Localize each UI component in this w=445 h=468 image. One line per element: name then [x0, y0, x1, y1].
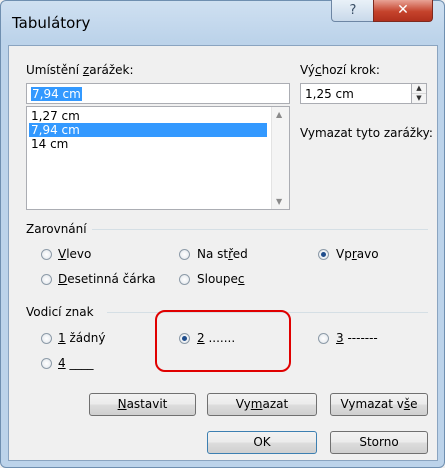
align-bar-radio[interactable]: [179, 274, 190, 285]
align-left-radio[interactable]: [41, 249, 52, 260]
list-item[interactable]: 14 cm: [29, 137, 267, 151]
leader-3-radio[interactable]: [318, 333, 329, 344]
default-step-spinner[interactable]: ▲ ▼: [412, 83, 427, 104]
close-button[interactable]: ✕: [373, 0, 433, 22]
alignment-divider: [92, 229, 428, 230]
tab-position-input[interactable]: 7,94 cm: [26, 83, 290, 104]
leader-1-label[interactable]: 1 žádný: [58, 331, 105, 345]
align-decimal-label[interactable]: Desetinná čárka: [58, 272, 156, 286]
align-center-label[interactable]: Na střed: [197, 247, 248, 261]
default-step-label: Výchozí krok:: [300, 63, 380, 77]
tab-stop-list[interactable]: 1,27 cm 7,94 cm 14 cm ▲ ▼: [26, 106, 290, 210]
highlight-annotation: [155, 310, 291, 372]
set-button[interactable]: Nastavit: [89, 393, 196, 416]
align-right-radio[interactable]: [318, 249, 329, 260]
leader-3-label[interactable]: 3 -------: [336, 331, 378, 345]
leader-1-radio[interactable]: [41, 333, 52, 344]
align-decimal-radio[interactable]: [41, 274, 52, 285]
clear-button[interactable]: Vymazat: [207, 393, 317, 416]
leader-title: Vodicí znak: [26, 305, 94, 319]
leader-4-label[interactable]: 4 ____: [58, 356, 93, 370]
align-center-radio[interactable]: [179, 249, 190, 260]
list-item[interactable]: 1,27 cm: [29, 109, 267, 123]
list-item-selected[interactable]: 7,94 cm: [29, 123, 267, 137]
scroll-down-icon[interactable]: ▼: [276, 197, 282, 206]
clear-all-button[interactable]: Vymazat vše: [330, 393, 428, 416]
align-right-label[interactable]: Vpravo: [336, 247, 379, 261]
help-button[interactable]: ?: [331, 0, 375, 22]
close-icon: ✕: [397, 2, 409, 18]
ok-button[interactable]: OK: [207, 431, 317, 454]
spin-down-icon[interactable]: ▼: [412, 94, 426, 103]
question-icon: ?: [349, 3, 357, 18]
tab-position-label: Umístění zarážek:: [26, 63, 134, 77]
leader-4-radio[interactable]: [41, 358, 52, 369]
align-left-label[interactable]: Vlevo: [58, 247, 91, 261]
list-scrollbar[interactable]: ▲ ▼: [271, 107, 289, 209]
default-step-input[interactable]: 1,25 cm: [300, 83, 412, 104]
spin-up-icon[interactable]: ▲: [412, 84, 426, 94]
clear-stops-label: Vymazat tyto zarážky:: [300, 126, 433, 140]
window-title: Tabulátory: [12, 14, 91, 32]
scroll-up-icon[interactable]: ▲: [276, 110, 282, 119]
alignment-title: Zarovnání: [26, 222, 87, 236]
cancel-button[interactable]: Storno: [330, 431, 428, 454]
align-bar-label[interactable]: Sloupec: [197, 272, 245, 286]
